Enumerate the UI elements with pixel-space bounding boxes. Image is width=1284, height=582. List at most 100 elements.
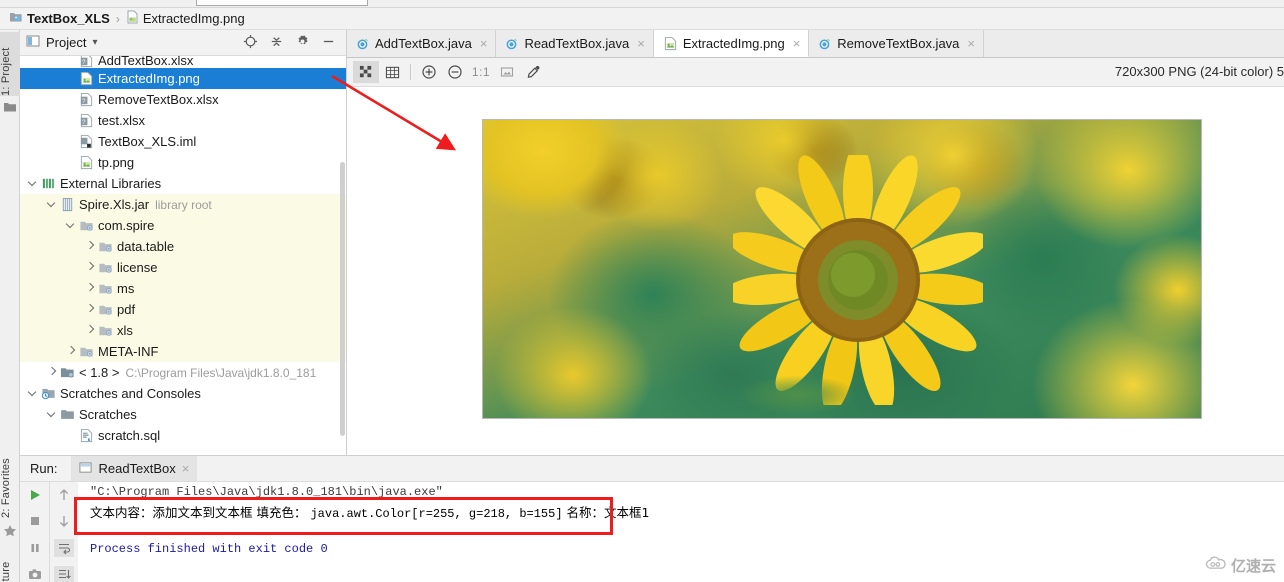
- tree-node[interactable]: Spire.Xls.jar library root: [20, 194, 346, 215]
- run-tab[interactable]: ReadTextBox ×: [71, 456, 198, 481]
- sidebar-item-project[interactable]: 1: Project: [0, 32, 20, 96]
- watermark-text: 亿速云: [1230, 557, 1276, 575]
- tree-node[interactable]: META-INF: [20, 341, 346, 362]
- tree-node-label: test.xlsx: [98, 113, 145, 128]
- project-tree-scrollbar[interactable]: [339, 56, 346, 455]
- minimize-icon[interactable]: [321, 34, 336, 52]
- chevron-right-icon[interactable]: [66, 346, 77, 357]
- tree-node[interactable]: pdf: [20, 299, 346, 320]
- sidebar-item-structure[interactable]: Structure: [0, 544, 20, 582]
- tree-node[interactable]: < 1.8 > C:\Program Files\Java\jdk1.8.0_18…: [20, 362, 346, 383]
- project-panel-header: Project ▾: [20, 30, 346, 56]
- fit-to-window-icon[interactable]: [494, 61, 520, 83]
- run-icon[interactable]: [25, 486, 45, 504]
- scroll-to-end-icon[interactable]: [54, 565, 74, 582]
- editor-tab[interactable]: ReadTextBox.java ×: [496, 30, 654, 57]
- tree-node[interactable]: scratch.sql: [20, 425, 346, 446]
- chevron-right-icon[interactable]: [85, 241, 96, 252]
- toolbar-combo[interactable]: [196, 0, 368, 6]
- stop-icon[interactable]: [25, 513, 45, 531]
- zoom-out-icon[interactable]: [442, 61, 468, 83]
- sunflower-bloom: [722, 144, 994, 414]
- chevron-down-icon[interactable]: [47, 199, 58, 210]
- tree-node-label: license: [117, 260, 158, 275]
- locate-icon[interactable]: [243, 34, 258, 52]
- chevron-down-icon[interactable]: [66, 220, 77, 231]
- pause-icon[interactable]: [25, 539, 45, 557]
- tree-node[interactable]: ? RemoveTextBox.xlsx: [20, 89, 346, 110]
- tree-node[interactable]: xls: [20, 320, 346, 341]
- jdk-icon: [60, 365, 75, 380]
- close-icon[interactable]: ×: [182, 461, 190, 476]
- tree-node[interactable]: Scratches: [20, 404, 346, 425]
- console-color-value: java.awt.Color[r=255, g=218, b=155]: [310, 507, 563, 521]
- tree-node-label: AddTextBox.xlsx: [98, 56, 194, 68]
- tree-node-label: scratch.sql: [98, 428, 161, 443]
- chevron-down-icon[interactable]: [28, 178, 39, 189]
- tree-node[interactable]: TextBox_XLS.iml: [20, 131, 346, 152]
- editor-tab-bar: AddTextBox.java × ReadTextBox.java × Extract…: [347, 30, 1284, 58]
- image-canvas: [347, 87, 1284, 455]
- editor-tab[interactable]: ExtractedImg.png ×: [653, 30, 810, 57]
- project-tree[interactable]: ? AddTextBox.xlsx ExtractedImg.png? RemoveT…: [20, 56, 346, 455]
- run-tab-label: ReadTextBox: [98, 461, 176, 476]
- tree-node[interactable]: ? AddTextBox.xlsx: [20, 56, 346, 68]
- tree-node[interactable]: ExtractedImg.png: [20, 68, 346, 89]
- tree-node[interactable]: license: [20, 257, 346, 278]
- chevron-down-icon[interactable]: ▾: [92, 37, 97, 48]
- collapse-all-icon[interactable]: [269, 34, 284, 52]
- chevron-right-icon[interactable]: [85, 283, 96, 294]
- chevron-right-icon[interactable]: [85, 325, 96, 336]
- color-picker-icon[interactable]: [520, 61, 546, 83]
- scrollbar-thumb[interactable]: [340, 162, 345, 436]
- actual-size-label[interactable]: 1:1: [468, 61, 494, 83]
- up-arrow-icon[interactable]: [54, 486, 74, 504]
- toggle-transparency-chessboard-icon[interactable]: [353, 61, 379, 83]
- camera-icon[interactable]: [25, 566, 45, 582]
- tree-node[interactable]: ? test.xlsx: [20, 110, 346, 131]
- sidebar-item-favorites[interactable]: 2: Favorites: [0, 438, 20, 518]
- chevron-right-icon[interactable]: [85, 304, 96, 315]
- down-arrow-icon[interactable]: [54, 513, 74, 531]
- breadcrumb-project[interactable]: TextBox_XLS: [6, 10, 113, 27]
- png-file-icon: [79, 71, 94, 86]
- jar-file-icon: [60, 197, 75, 212]
- chevron-down-icon[interactable]: [47, 409, 58, 420]
- tree-node[interactable]: data.table: [20, 236, 346, 257]
- console-command-line: "C:\Program Files\Java\jdk1.8.0_181\bin\…: [90, 485, 443, 499]
- close-icon[interactable]: ×: [967, 36, 975, 51]
- tree-node[interactable]: com.spire: [20, 215, 346, 236]
- close-icon[interactable]: ×: [793, 36, 801, 51]
- breadcrumb: TextBox_XLS › ExtractedImg.png: [0, 8, 1284, 30]
- close-icon[interactable]: ×: [637, 36, 645, 51]
- toggle-grid-icon[interactable]: [379, 61, 405, 83]
- soft-wrap-icon[interactable]: [54, 539, 74, 557]
- editor-tab-label: ExtractedImg.png: [682, 35, 785, 51]
- xlsx-file-icon: ?: [79, 113, 94, 128]
- tree-node-label: External Libraries: [60, 176, 162, 191]
- package-icon: [98, 239, 113, 254]
- console-output[interactable]: "C:\Program Files\Java\jdk1.8.0_181\bin\…: [78, 482, 1284, 582]
- image-viewer-toolbar: 1:1 720x300 PNG (24-bit color) 5: [347, 58, 1284, 87]
- settings-gear-icon[interactable]: [295, 34, 310, 52]
- breadcrumb-separator: ›: [115, 11, 120, 26]
- tree-node[interactable]: ms: [20, 278, 346, 299]
- zoom-in-icon[interactable]: [416, 61, 442, 83]
- editor-tab[interactable]: AddTextBox.java ×: [347, 30, 497, 57]
- chevron-down-icon[interactable]: [28, 388, 39, 399]
- editor-tab[interactable]: RemoveTextBox.java ×: [809, 30, 985, 57]
- chevron-right-icon[interactable]: [47, 367, 58, 378]
- java-class-icon: [818, 37, 832, 51]
- package-icon: [79, 344, 94, 359]
- png-file-icon: [79, 155, 94, 170]
- close-icon[interactable]: ×: [480, 36, 488, 51]
- tree-node[interactable]: tp.png: [20, 152, 346, 173]
- tree-node[interactable]: External Libraries: [20, 173, 346, 194]
- run-config-icon: [79, 461, 93, 477]
- png-file-icon: [126, 10, 139, 27]
- breadcrumb-file[interactable]: ExtractedImg.png: [123, 10, 248, 27]
- chevron-right-icon[interactable]: [85, 262, 96, 273]
- folder-icon: [60, 407, 75, 422]
- tree-node[interactable]: Scratches and Consoles: [20, 383, 346, 404]
